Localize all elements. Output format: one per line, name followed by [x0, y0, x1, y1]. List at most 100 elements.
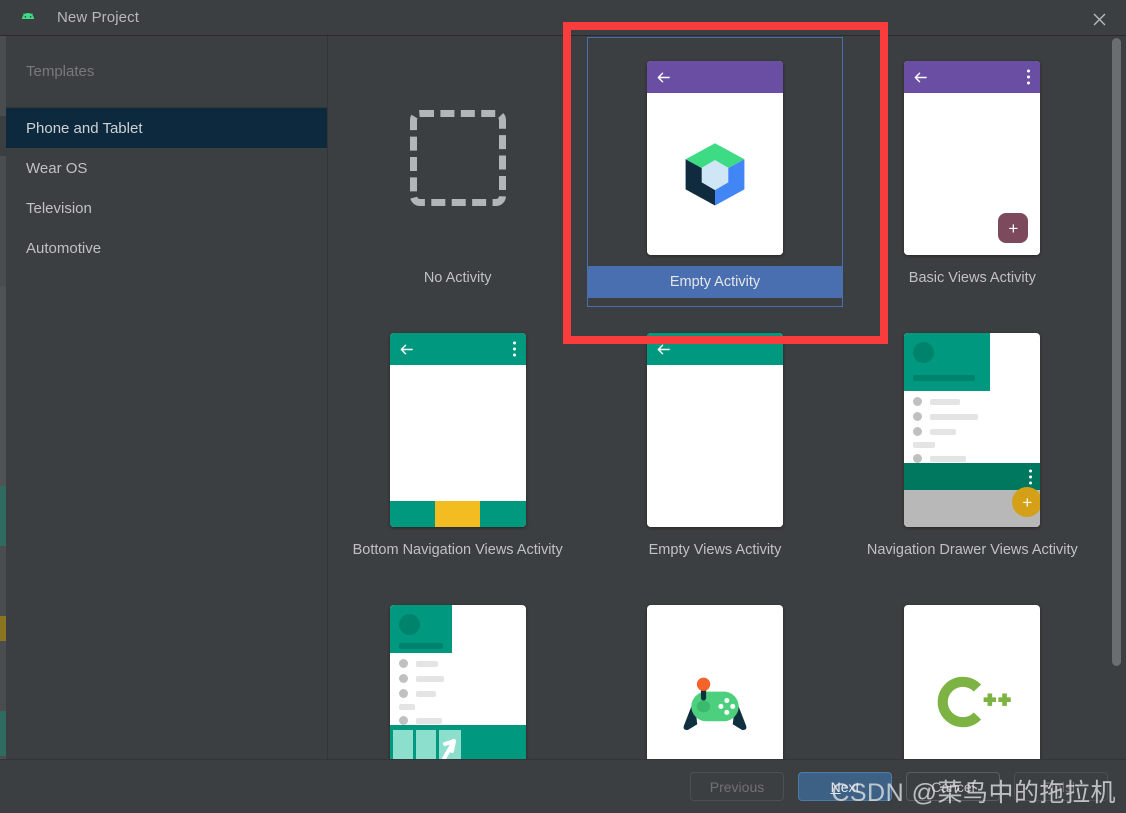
sidebar-item-wear-os[interactable]: Wear OS [6, 148, 327, 188]
template-card-game-activity[interactable] [586, 580, 843, 759]
basic-views-phone-preview: + [904, 61, 1041, 255]
drawer-header-line [913, 375, 976, 381]
templates-grid: No Activity Empty Activity + Basic Views… [329, 36, 1101, 759]
template-card-empty-activity[interactable]: Empty Activity [586, 36, 843, 308]
bottom-nav-item [389, 501, 435, 527]
finish-button-label: Finish [1042, 778, 1080, 795]
sidebar-item-label: Television [26, 199, 92, 217]
list-item-icon [913, 412, 923, 421]
floating-action-button-icon: + [998, 213, 1029, 243]
template-card-navigation-drawer-views-activity[interactable]: + Navigation Drawer Views Activity [844, 308, 1101, 580]
back-arrow-icon [400, 344, 413, 354]
nav-drawer-phone-preview: + [904, 333, 1041, 527]
template-thumbnail [844, 598, 1101, 759]
list-item [904, 406, 990, 421]
template-thumbnail: + [844, 326, 1101, 534]
compose-phone-preview [646, 61, 783, 255]
responsive-grid-panel [389, 725, 526, 759]
bottom-nav-item-active [434, 501, 481, 527]
list-item-icon [398, 659, 408, 668]
list-item-line [415, 675, 444, 682]
next-button-label: Next [831, 779, 860, 795]
drawer-header-line [398, 643, 443, 649]
template-card-no-activity[interactable]: No Activity [329, 36, 586, 308]
drawer-header [389, 605, 452, 653]
responsive-grid-graphic [392, 730, 461, 759]
floating-action-button-icon: + [1012, 487, 1041, 517]
sidebar-item-label: Phone and Tablet [26, 119, 143, 137]
sidebar-item-phone-and-tablet[interactable]: Phone and Tablet [6, 108, 327, 148]
template-card-bottom-navigation-views-activity[interactable]: Bottom Navigation Views Activity [329, 308, 586, 580]
template-thumbnail [329, 326, 586, 534]
app-bar [646, 333, 783, 365]
next-button-accel: N [830, 778, 841, 795]
template-thumbnail [329, 598, 586, 759]
template-card-responsive-views-activity[interactable] [329, 580, 586, 759]
template-thumbnail [586, 326, 843, 534]
next-button-suffix: ext [840, 778, 860, 795]
template-thumbnail [586, 54, 843, 262]
template-label: Basic Views Activity [908, 270, 1036, 286]
game-controller-icon [683, 677, 747, 731]
list-item-icon [913, 454, 923, 463]
list-item-icon [398, 716, 408, 725]
bottom-nav-phone-preview [389, 333, 526, 527]
template-card-empty-views-activity[interactable]: Empty Views Activity [586, 308, 843, 580]
list-item-line [930, 455, 967, 462]
app-bar [389, 333, 526, 365]
list-item [904, 421, 990, 436]
bottom-navigation-bar [389, 501, 526, 527]
previous-button-label: Previous [709, 778, 765, 795]
native-cpp-card [904, 605, 1041, 759]
templates-grid-pane: No Activity Empty Activity + Basic Views… [329, 36, 1101, 759]
avatar [913, 342, 935, 363]
template-label: Empty Activity [588, 266, 842, 298]
sidebar-item-label: Wear OS [26, 159, 88, 177]
sidebar-item-label: Automotive [26, 239, 102, 257]
previous-button[interactable]: Previous [690, 772, 784, 801]
templates-sidebar: Templates Phone and Tablet Wear OS Telev… [6, 36, 328, 759]
responsive-views-phone-preview [389, 605, 526, 759]
app-bar [646, 61, 783, 93]
list-item-icon [913, 397, 923, 406]
list-item-line [415, 690, 436, 697]
cpp-logo-icon [938, 676, 1012, 728]
sidebar-item-automotive[interactable]: Automotive [6, 228, 327, 268]
list-item [390, 653, 452, 668]
list-item-line [930, 398, 961, 405]
grid-scrollbar-thumb[interactable] [1112, 38, 1121, 666]
list-item-line [398, 704, 415, 710]
phone-body [646, 365, 783, 527]
list-item [390, 683, 452, 698]
new-project-dialog: New Project Templates Phone and Tablet W… [0, 0, 1126, 813]
cancel-button-label: Cancel [931, 778, 975, 795]
overflow-menu-icon [1027, 69, 1031, 85]
template-thumbnail: + [844, 54, 1101, 262]
template-label: No Activity [423, 270, 492, 286]
cancel-button[interactable]: Cancel [906, 772, 1000, 801]
overflow-menu-icon [1029, 469, 1033, 484]
sidebar-item-television[interactable]: Television [6, 188, 327, 228]
list-item [390, 698, 452, 710]
next-button[interactable]: Next [798, 772, 892, 801]
close-icon[interactable] [1088, 8, 1110, 30]
list-item [904, 436, 990, 448]
app-bar [904, 463, 1041, 490]
back-arrow-icon [657, 72, 670, 82]
list-item [390, 668, 452, 683]
template-card-native-cpp[interactable] [844, 580, 1101, 759]
list-item-icon [913, 427, 923, 436]
list-item-line [930, 413, 979, 420]
dashed-square-icon [409, 110, 506, 206]
template-label: Bottom Navigation Views Activity [352, 542, 563, 558]
template-thumbnail [329, 54, 586, 262]
phone-body [389, 365, 526, 501]
overflow-menu-icon [512, 341, 516, 357]
app-bar [904, 61, 1041, 93]
dialog-titlebar: New Project [0, 0, 1126, 36]
template-card-basic-views-activity[interactable]: + Basic Views Activity [844, 36, 1101, 308]
sidebar-header: Templates [6, 36, 327, 108]
avatar [398, 614, 420, 635]
phone-body [646, 93, 783, 255]
finish-button[interactable]: Finish [1014, 772, 1108, 801]
